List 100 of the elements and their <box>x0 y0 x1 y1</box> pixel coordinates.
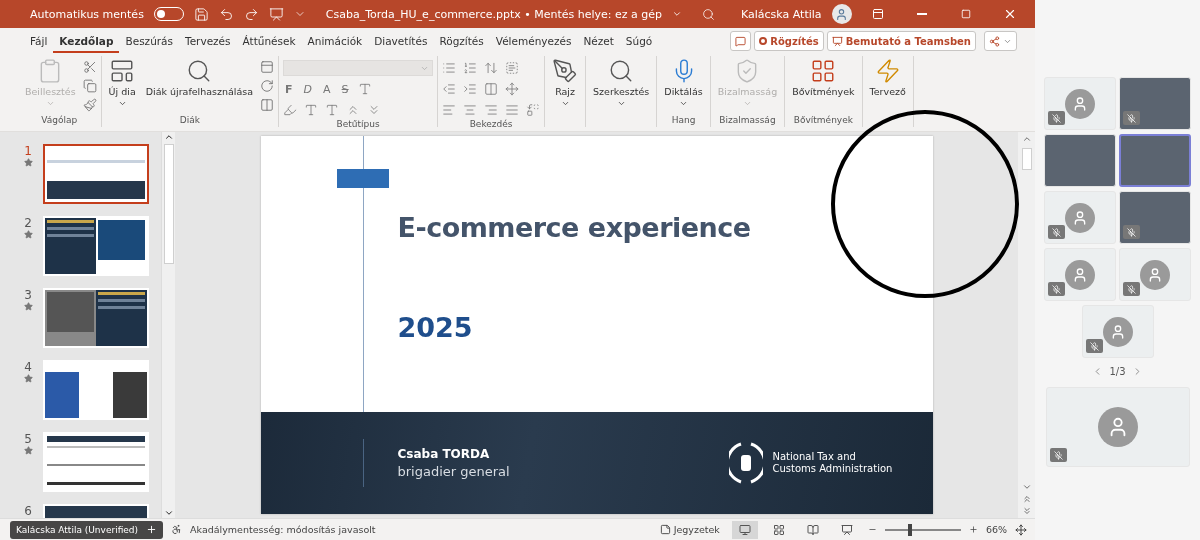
scroll-thumb[interactable] <box>163 144 174 264</box>
format-painter-icon[interactable] <box>82 98 97 112</box>
share-icon <box>989 35 1000 47</box>
present-icon[interactable] <box>268 6 284 22</box>
dictate-button[interactable]: Diktálás <box>661 56 706 110</box>
record-button[interactable]: Rögzítés <box>754 31 824 51</box>
zoom-in-icon[interactable] <box>968 525 978 534</box>
ribbon-tab[interactable]: Rögzítés <box>433 29 490 53</box>
copy-icon[interactable] <box>82 79 97 93</box>
numbering-icon[interactable] <box>463 61 478 75</box>
emblem-logo-icon <box>728 440 763 486</box>
group-label: Bizalmasság <box>718 115 777 127</box>
present-in-teams-button[interactable]: Bemutató a Teamsben <box>826 31 976 51</box>
layout-icon[interactable] <box>260 60 275 74</box>
presentation-icon <box>831 35 843 47</box>
add-icon[interactable] <box>146 524 158 535</box>
animation-star-icon <box>23 302 33 311</box>
ribbon-tab[interactable]: Diavetítés <box>368 29 434 53</box>
slide-number: 6 <box>24 504 32 518</box>
fit-slide-icon[interactable] <box>1015 523 1027 536</box>
ribbon-tab[interactable]: Beszúrás <box>119 29 179 53</box>
previous-slide-icon[interactable] <box>1021 494 1032 504</box>
align-left-icon[interactable] <box>442 103 457 117</box>
page-indicator: 1/3 <box>1109 366 1126 377</box>
slide-number: 2 <box>24 216 32 230</box>
format-button[interactable]: F <box>283 82 295 96</box>
scroll-up-icon[interactable] <box>163 132 174 142</box>
undo-icon[interactable] <box>218 6 234 22</box>
accessibility-status[interactable]: Akadálymentesség: módosítás javasolt <box>190 524 376 535</box>
slide-number: 5 <box>24 432 32 446</box>
participant-name: Kalácska Attila (Unverified) <box>16 524 139 535</box>
section-icon[interactable] <box>260 98 275 112</box>
user-avatar-icon[interactable] <box>831 4 852 24</box>
save-icon[interactable] <box>193 6 209 22</box>
bullets-icon[interactable] <box>442 61 457 75</box>
next-slide-icon[interactable] <box>1021 506 1032 516</box>
ribbon-tab[interactable]: Súgó <box>619 29 659 53</box>
group-label: Bekezdés <box>468 119 514 129</box>
font-field[interactable] <box>283 60 434 76</box>
new-slide-button[interactable]: Új dia <box>105 56 139 110</box>
cut-icon[interactable] <box>82 60 97 74</box>
reading-view-icon <box>806 523 819 536</box>
slide-scrollbar[interactable] <box>1018 132 1035 518</box>
align-center-icon[interactable] <box>463 103 478 117</box>
draw-button[interactable]: Rajz <box>549 56 582 110</box>
ribbon-tab[interactable]: Tervezés <box>179 29 237 53</box>
view-button[interactable] <box>731 520 758 539</box>
format-button[interactable]: D <box>301 82 315 96</box>
addins-button[interactable]: Bővítmények <box>789 56 858 99</box>
line-spacing-icon[interactable] <box>484 61 499 75</box>
scroll-down-icon[interactable] <box>1021 482 1032 492</box>
justify-icon[interactable] <box>505 103 520 117</box>
minimize-icon <box>917 13 928 15</box>
columns-icon[interactable] <box>484 82 499 96</box>
record-icon <box>759 37 768 45</box>
avatar-icon <box>1102 316 1133 347</box>
ribbon-tab[interactable]: Véleményezés <box>489 29 578 53</box>
thumbnail-scrollbar[interactable] <box>161 132 175 518</box>
format-button[interactable]: S <box>339 82 351 96</box>
scroll-thumb[interactable] <box>1021 148 1032 170</box>
reset-icon[interactable] <box>260 79 275 93</box>
caret-icon[interactable] <box>672 9 682 19</box>
animation-star-icon <box>23 374 33 383</box>
accessibility-icon <box>171 524 183 535</box>
avatar-icon <box>1140 259 1170 290</box>
align-right-icon[interactable] <box>484 103 499 117</box>
slide-title: E-commerce experience <box>397 212 751 243</box>
format-button[interactable]: A <box>321 82 333 96</box>
indent-decrease-icon[interactable] <box>442 82 457 96</box>
slide-subtitle: 2025 <box>397 312 473 343</box>
ribbon-tab[interactable]: Fájl <box>24 29 54 53</box>
group-label: Vágólap <box>40 115 79 127</box>
accent-bar <box>336 169 389 188</box>
text-direction-icon[interactable] <box>505 61 520 75</box>
organization-name: National Tax and Customs Administration <box>772 451 893 475</box>
comments-button[interactable] <box>730 31 752 51</box>
presenter-name: Csaba TORDA <box>397 447 491 461</box>
maximize-icon <box>961 9 972 19</box>
redo-icon[interactable] <box>243 6 259 22</box>
animation-star-icon <box>23 158 33 167</box>
notes-button[interactable]: Jegyzetek <box>655 524 724 535</box>
scroll-up-icon[interactable] <box>1021 134 1032 144</box>
show-view-icon <box>840 523 853 536</box>
user-name: Kalácska Attila <box>741 7 822 21</box>
scroll-down-icon[interactable] <box>163 508 174 518</box>
indent-increase-icon[interactable] <box>463 82 478 96</box>
zoom-thumb[interactable] <box>907 523 912 536</box>
ribbon-tab[interactable]: Áttűnések <box>236 29 302 53</box>
reuse-button[interactable]: Diák újrafelhasználása <box>142 56 257 99</box>
zoom-level[interactable]: 66% <box>985 524 1007 535</box>
autosave-label: Automatikus mentés <box>30 7 144 21</box>
search-icon[interactable] <box>702 7 715 21</box>
ribbon-tab[interactable]: Kezdőlap <box>53 29 120 53</box>
ribbon-tab[interactable]: Animációk <box>301 29 369 53</box>
ribbon-tab[interactable]: Nézet <box>577 29 620 53</box>
share-button[interactable] <box>984 31 1017 51</box>
designer-button[interactable]: Tervező <box>866 56 909 99</box>
highlighter-icon[interactable] <box>283 103 298 117</box>
slide-number: 1 <box>24 144 32 158</box>
find-button[interactable]: Szerkesztés <box>590 56 653 110</box>
